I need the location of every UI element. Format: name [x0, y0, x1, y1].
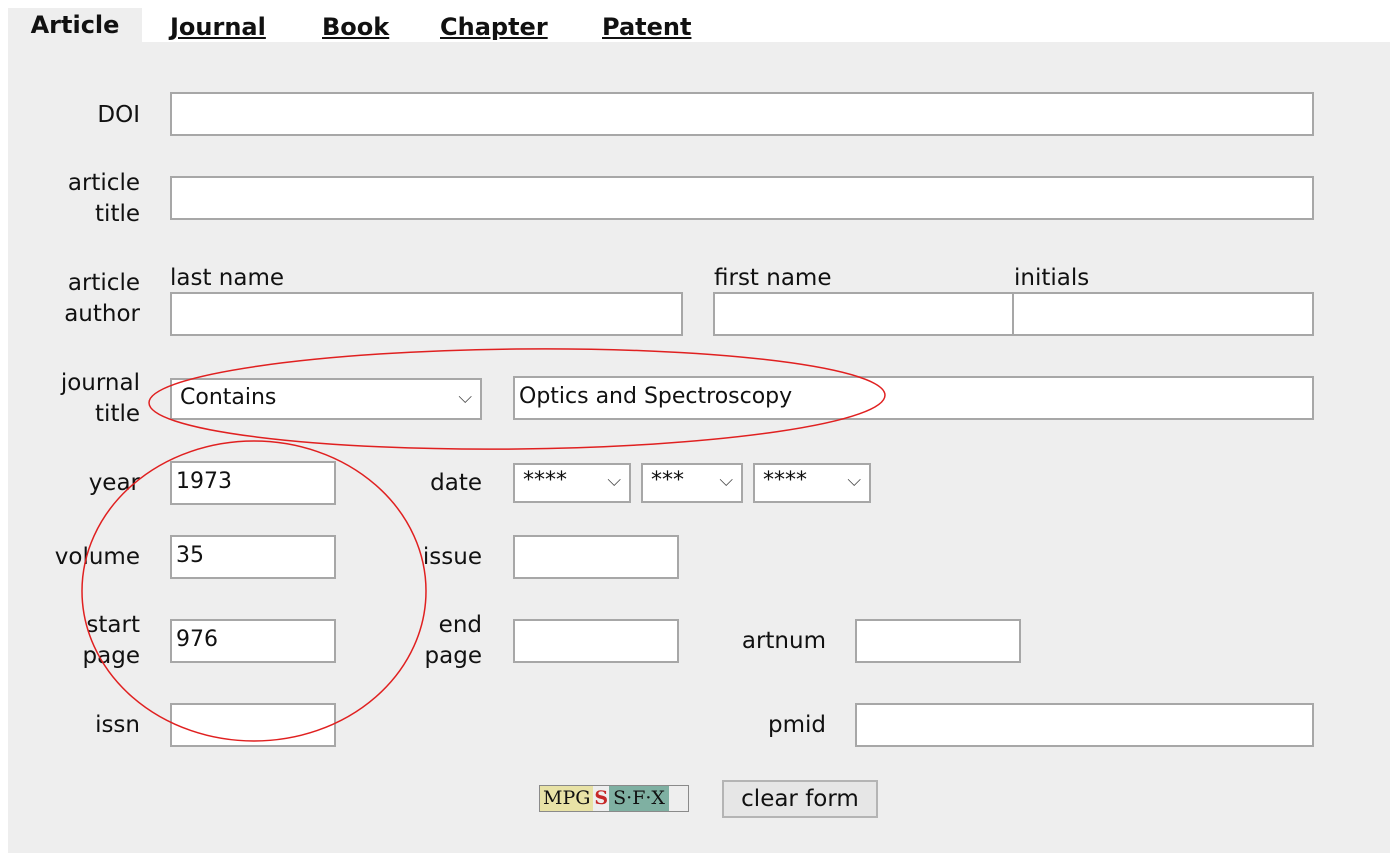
issn-label: issn — [95, 712, 140, 738]
end-page-label-line1: end — [438, 612, 482, 638]
first-name-label: first name — [714, 265, 832, 291]
start-page-label-line1: start — [86, 612, 140, 638]
issue-label: issue — [422, 544, 482, 570]
journal-match-value: Contains — [180, 385, 277, 410]
article-title-input[interactable] — [170, 176, 1314, 220]
pmid-input[interactable] — [855, 703, 1314, 747]
date-day-value: **** — [763, 468, 807, 493]
artnum-input[interactable] — [855, 619, 1021, 663]
date-month-value: *** — [651, 468, 684, 493]
issn-input[interactable] — [170, 703, 336, 747]
sfx-search-button[interactable]: MPG S S·F·X — [539, 785, 689, 812]
year-input[interactable]: 1973 — [170, 461, 336, 505]
doi-input[interactable] — [170, 92, 1314, 136]
journal-title-input[interactable]: Optics and Spectroscopy — [513, 376, 1314, 420]
sfx-logo-icon: S — [594, 787, 609, 809]
clear-form-button[interactable]: clear form — [722, 780, 878, 818]
date-day-select[interactable]: **** ⌵ — [753, 463, 871, 503]
volume-input[interactable]: 35 — [170, 535, 336, 579]
pmid-label: pmid — [768, 712, 826, 738]
date-label: date — [430, 470, 482, 496]
last-name-input[interactable] — [170, 292, 683, 336]
mpg-logo-text: MPG — [540, 786, 594, 811]
chevron-down-icon: ⌵ — [607, 470, 621, 491]
journal-title-label: journal title — [40, 368, 140, 430]
issue-input[interactable] — [513, 535, 679, 579]
tab-book[interactable]: Book — [322, 10, 389, 44]
initials-label: initials — [1014, 265, 1090, 291]
chevron-down-icon: ⌵ — [847, 470, 861, 491]
tab-chapter[interactable]: Chapter — [440, 10, 548, 44]
first-name-input[interactable] — [713, 292, 1014, 336]
end-page-input[interactable] — [513, 619, 679, 663]
article-author-label-line1: article — [67, 270, 140, 296]
last-name-label: last name — [170, 265, 285, 291]
end-page-label: end page — [382, 610, 482, 672]
article-author-label-line2: author — [64, 301, 140, 327]
initials-input[interactable] — [1012, 292, 1314, 336]
journal-match-select[interactable]: Contains ⌵ — [170, 378, 482, 420]
journal-title-label-line2: title — [95, 401, 140, 427]
article-author-label: article author — [40, 268, 140, 330]
article-title-label-line2: title — [95, 201, 140, 227]
year-label: year — [88, 470, 140, 496]
date-year-select[interactable]: **** ⌵ — [513, 463, 631, 503]
tab-article[interactable]: Article — [8, 8, 142, 42]
sfx-logo-text: S·F·X — [609, 786, 669, 811]
tab-patent[interactable]: Patent — [602, 10, 691, 44]
chevron-down-icon: ⌵ — [719, 470, 733, 491]
artnum-label: artnum — [741, 628, 826, 654]
doi-label: DOI — [97, 102, 140, 128]
tab-journal[interactable]: Journal — [170, 10, 266, 44]
chevron-down-icon: ⌵ — [458, 387, 472, 408]
volume-label: volume — [54, 544, 140, 570]
start-page-input[interactable]: 976 — [170, 619, 336, 663]
article-title-label-line1: article — [67, 170, 140, 196]
journal-title-label-line1: journal — [60, 370, 140, 396]
date-year-value: **** — [523, 468, 567, 493]
date-month-select[interactable]: *** ⌵ — [641, 463, 743, 503]
article-title-label: article title — [40, 168, 140, 230]
start-page-label: start page — [40, 610, 140, 672]
start-page-label-line2: page — [82, 643, 140, 669]
end-page-label-line2: page — [424, 643, 482, 669]
